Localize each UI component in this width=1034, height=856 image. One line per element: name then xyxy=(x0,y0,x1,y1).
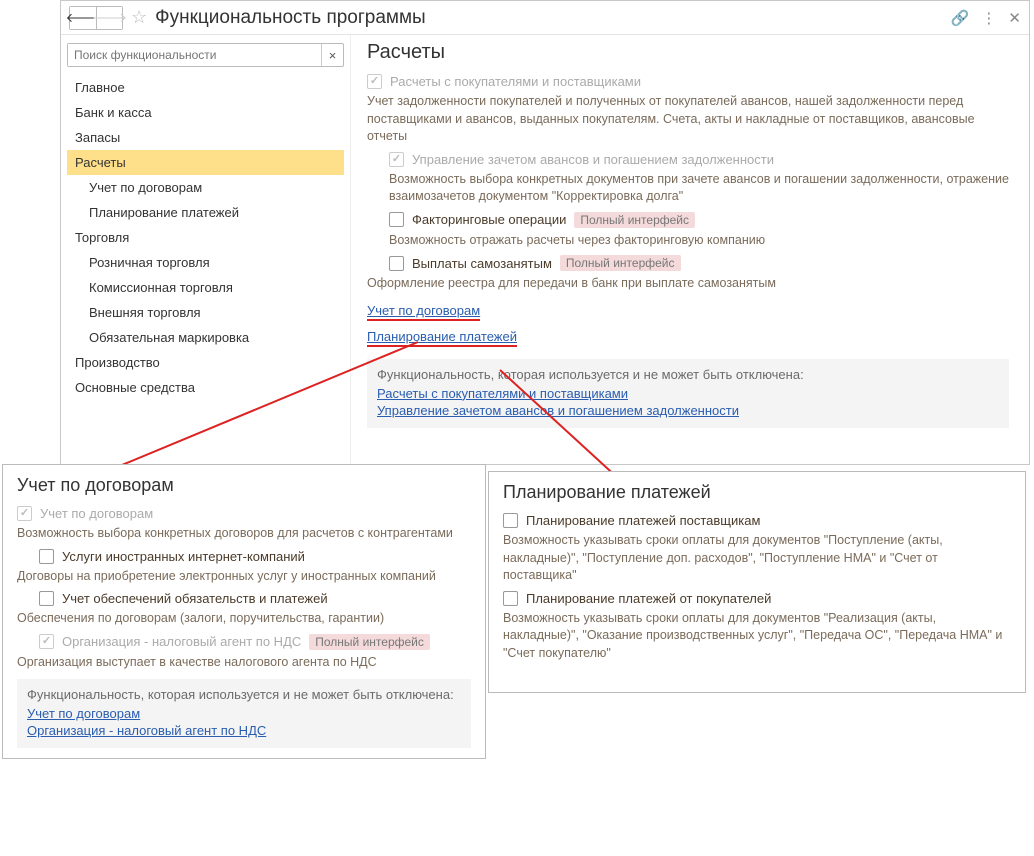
window-title: Функциональность программы xyxy=(155,7,426,29)
checkbox-p2-opt2[interactable] xyxy=(503,591,518,606)
sidebar-item[interactable]: Учет по договорам xyxy=(67,175,344,200)
checkbox-selfemployed[interactable] xyxy=(389,256,404,271)
popup1-locked-link-2[interactable]: Организация - налоговый агент по НДС xyxy=(27,723,461,738)
search-input[interactable] xyxy=(68,44,321,66)
label-advance-mgmt: Управление зачетом авансов и погашением … xyxy=(412,152,774,167)
label-customers-suppliers: Расчеты с покупателями и поставщиками xyxy=(390,74,641,89)
label-p1-opt3: Учет обеспечений обязательств и платежей xyxy=(62,591,328,606)
sidebar: × ГлавноеБанк и кассаЗапасыРасчетыУчет п… xyxy=(61,35,351,464)
locked-features-box: Функциональность, которая используется и… xyxy=(367,359,1009,428)
sidebar-item[interactable]: Производство xyxy=(67,350,344,375)
label-p1-opt2: Услуги иностранных интернет-компаний xyxy=(62,549,305,564)
popup1-locked-title: Функциональность, которая используется и… xyxy=(27,687,461,702)
label-p1-opt4: Организация - налоговый агент по НДС xyxy=(62,634,301,649)
content-pane: Расчеты Расчеты с покупателями и поставщ… xyxy=(351,35,1029,464)
sidebar-item[interactable]: Основные средства xyxy=(67,375,344,400)
close-icon[interactable]: ✕ xyxy=(1008,9,1021,27)
kebab-icon[interactable]: ⋮ xyxy=(981,9,996,27)
link-icon[interactable]: 🔗 xyxy=(951,9,970,27)
locked-link-1[interactable]: Расчеты с покупателями и поставщиками xyxy=(377,386,999,401)
label-p1-opt1: Учет по договорам xyxy=(40,506,153,521)
desc-p1-opt2: Договоры на приобретение электронных усл… xyxy=(17,568,471,586)
desc-p2-opt2: Возможность указывать сроки оплаты для д… xyxy=(503,610,1011,663)
sidebar-item[interactable]: Главное xyxy=(67,75,344,100)
nav-buttons: 🡐 🡒 xyxy=(69,6,123,30)
popup1-title: Учет по договорам xyxy=(17,475,471,496)
checkbox-p1-opt3[interactable] xyxy=(39,591,54,606)
checkbox-p1-opt4 xyxy=(39,634,54,649)
label-factoring: Факторинговые операции xyxy=(412,212,566,227)
star-icon[interactable]: ☆ xyxy=(131,7,147,28)
sidebar-item[interactable]: Планирование платежей xyxy=(67,200,344,225)
titlebar: 🡐 🡒 ☆ Функциональность программы 🔗 ⋮ ✕ xyxy=(61,1,1029,35)
search-clear[interactable]: × xyxy=(321,44,343,66)
sidebar-item[interactable]: Расчеты xyxy=(67,150,344,175)
locked-features-title: Функциональность, которая используется и… xyxy=(377,367,999,382)
checkbox-factoring[interactable] xyxy=(389,212,404,227)
popup-payment-planning: Планирование платежей Планирование плате… xyxy=(488,471,1026,693)
main-window: 🡐 🡒 ☆ Функциональность программы 🔗 ⋮ ✕ ×… xyxy=(60,0,1030,465)
sidebar-item[interactable]: Запасы xyxy=(67,125,344,150)
locked-link-2[interactable]: Управление зачетом авансов и погашением … xyxy=(377,403,999,418)
sidebar-item[interactable]: Банк и касса xyxy=(67,100,344,125)
desc-factoring: Возможность отражать расчеты через факто… xyxy=(389,232,1009,250)
popup1-locked-link-1[interactable]: Учет по договорам xyxy=(27,706,461,721)
nav-tree: ГлавноеБанк и кассаЗапасыРасчетыУчет по … xyxy=(67,75,344,400)
badge-selfemployed: Полный интерфейс xyxy=(560,255,681,271)
desc-p1-opt4: Организация выступает в качестве налогов… xyxy=(17,654,471,672)
checkbox-p1-opt2[interactable] xyxy=(39,549,54,564)
checkbox-p1-opt1 xyxy=(17,506,32,521)
sidebar-item[interactable]: Внешняя торговля xyxy=(67,300,344,325)
desc-p2-opt1: Возможность указывать сроки оплаты для д… xyxy=(503,532,1011,585)
popup1-locked-box: Функциональность, которая используется и… xyxy=(17,679,471,748)
link-contracts[interactable]: Учет по договорам xyxy=(367,303,480,321)
label-p2-opt1: Планирование платежей поставщикам xyxy=(526,513,760,528)
checkbox-advance-mgmt xyxy=(389,152,404,167)
content-heading: Расчеты xyxy=(367,41,1009,64)
badge-p1-opt4: Полный интерфейс xyxy=(309,634,430,650)
label-p2-opt2: Планирование платежей от покупателей xyxy=(526,591,771,606)
desc-customers-suppliers: Учет задолженности покупателей и получен… xyxy=(367,93,1009,146)
desc-p1-opt1: Возможность выбора конкретных договоров … xyxy=(17,525,471,543)
label-selfemployed: Выплаты самозанятым xyxy=(412,256,552,271)
popup-contracts: Учет по договорам Учет по договорам Возм… xyxy=(2,464,486,759)
sidebar-item[interactable]: Торговля xyxy=(67,225,344,250)
checkbox-customers-suppliers xyxy=(367,74,382,89)
desc-advance-mgmt: Возможность выбора конкретных документов… xyxy=(389,171,1009,206)
checkbox-p2-opt1[interactable] xyxy=(503,513,518,528)
forward-button[interactable]: 🡒 xyxy=(96,7,122,29)
search-box: × xyxy=(67,43,344,67)
sidebar-item[interactable]: Обязательная маркировка xyxy=(67,325,344,350)
popup2-title: Планирование платежей xyxy=(503,482,1011,503)
sidebar-item[interactable]: Розничная торговля xyxy=(67,250,344,275)
desc-selfemployed: Оформление реестра для передачи в банк п… xyxy=(367,275,1009,293)
link-payment-planning[interactable]: Планирование платежей xyxy=(367,329,517,347)
sidebar-item[interactable]: Комиссионная торговля xyxy=(67,275,344,300)
desc-p1-opt3: Обеспечения по договорам (залоги, поручи… xyxy=(17,610,471,628)
badge-factoring: Полный интерфейс xyxy=(574,212,695,228)
